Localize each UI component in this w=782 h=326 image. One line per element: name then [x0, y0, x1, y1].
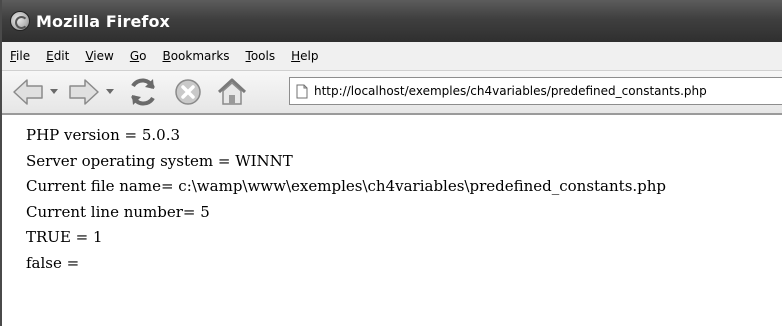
- home-icon: [217, 78, 247, 105]
- menu-bar: File Edit View Go Bookmarks Tools Help: [2, 42, 782, 71]
- menu-go[interactable]: Go: [130, 49, 147, 63]
- reload-button[interactable]: [122, 74, 164, 110]
- url-text: http://localhost/exemples/ch4variables/p…: [314, 84, 707, 98]
- menu-label: elp: [300, 49, 319, 63]
- forward-dropdown[interactable]: [104, 74, 116, 110]
- back-button[interactable]: [8, 74, 48, 110]
- back-arrow-icon: [13, 79, 43, 105]
- menu-bookmarks[interactable]: Bookmarks: [162, 49, 229, 63]
- menu-accel: H: [291, 49, 301, 63]
- menu-label: iew: [93, 49, 114, 63]
- window-title: Mozilla Firefox: [36, 11, 170, 31]
- menu-view[interactable]: View: [85, 49, 113, 63]
- forward-arrow-icon: [69, 79, 99, 105]
- output-line: Server operating system = WINNT: [26, 151, 293, 170]
- menu-accel: B: [162, 49, 171, 63]
- address-bar[interactable]: http://localhost/exemples/ch4variables/p…: [289, 77, 782, 105]
- back-dropdown[interactable]: [48, 74, 60, 110]
- browser-window: Mozilla Firefox File Edit View Go Bookma…: [0, 0, 782, 326]
- menu-label: o: [139, 49, 147, 63]
- page-icon: [296, 84, 308, 98]
- title-bar: Mozilla Firefox: [2, 0, 782, 42]
- menu-tools[interactable]: Tools: [246, 49, 276, 63]
- stop-icon: [175, 79, 201, 105]
- reload-icon: [131, 78, 155, 106]
- output-line: Current line number= 5: [26, 202, 210, 221]
- page-content: PHP version = 5.0.3 Server operating sys…: [2, 115, 782, 326]
- navigation-toolbar: http://localhost/exemples/ch4variables/p…: [2, 71, 782, 115]
- menu-help[interactable]: Help: [291, 49, 318, 63]
- menu-label: ookmarks: [170, 49, 230, 63]
- menu-label: ile: [16, 49, 31, 63]
- output-line: false =: [26, 253, 80, 272]
- chevron-down-icon: [106, 89, 114, 94]
- menu-edit[interactable]: Edit: [46, 49, 69, 63]
- menu-file[interactable]: File: [10, 49, 30, 63]
- firefox-logo-icon: [10, 11, 30, 31]
- menu-accel: G: [129, 49, 140, 63]
- menu-label: dit: [53, 49, 70, 63]
- home-button[interactable]: [212, 74, 252, 110]
- menu-label: ools: [250, 49, 276, 63]
- chevron-down-icon: [50, 89, 58, 94]
- forward-button[interactable]: [64, 74, 104, 110]
- output-line: TRUE = 1: [26, 228, 103, 246]
- output-line: PHP version = 5.0.3: [26, 126, 181, 144]
- output-line: Current file name= c:\wamp\www\exemples\…: [26, 177, 667, 195]
- menu-accel: E: [46, 49, 54, 63]
- stop-button[interactable]: [168, 74, 208, 110]
